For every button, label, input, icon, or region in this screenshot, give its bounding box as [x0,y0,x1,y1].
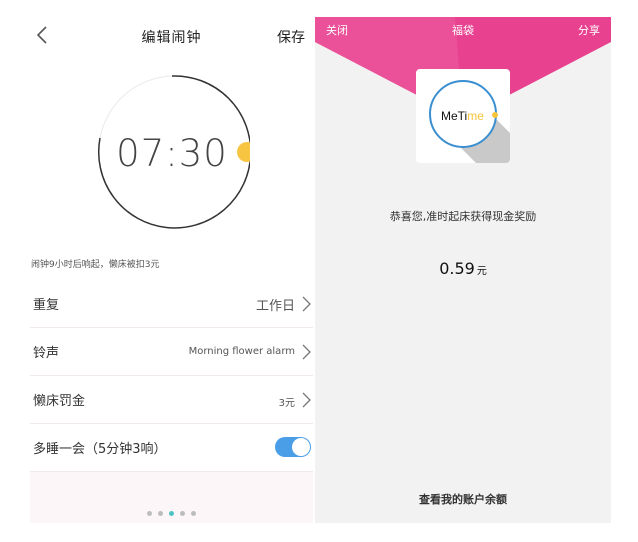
chevron-right-icon [302,392,311,408]
alarm-hint: 闹钟9小时后响起，懒床被扣3元 [31,260,160,270]
view-balance-link[interactable]: 查看我的账户余额 [315,491,611,507]
ringtone-label: 铃声 [33,346,60,361]
reward-message: 恭喜您,准时起床获得现金奖励 [389,210,537,223]
alarm-edit-screen: 编辑闹钟 保存 07:30 闹钟9小时后响起，懒床被扣3元 重复 工作日 铃声 … [30,17,313,523]
repeat-row[interactable]: 重复 工作日 [30,280,313,328]
page-indicator [30,511,313,516]
settings-list: 重复 工作日 铃声 Morning flower alarm 懒床罚金 3元 多… [30,280,313,523]
amount-unit: 元 [476,266,487,277]
reward-title: 福袋 [452,24,474,37]
logo-text: MeTime [441,109,484,123]
page-dot[interactable] [147,511,152,516]
app-logo: MeTime [416,69,510,163]
chevron-right-icon [302,296,311,312]
page-dot[interactable] [158,511,163,516]
clock-dial[interactable]: 07:30 [94,74,257,230]
reward-screen: 关闭 福袋 分享 MeTime 恭喜您,准时起床获得现金奖励 0.59 元 查看我… [315,17,611,523]
page-dot[interactable] [191,511,196,516]
share-button[interactable]: 分享 [578,22,600,38]
page-title: 编辑闹钟 [141,30,202,46]
toggle-knob [292,438,310,456]
ringtone-value: Morning flower alarm [188,346,295,357]
alarm-time: 07:30 [116,132,228,175]
penalty-value: 3元 [278,398,295,409]
page-dot[interactable] [180,511,185,516]
repeat-value: 工作日 [255,299,295,314]
ringtone-row[interactable]: 铃声 Morning flower alarm [30,328,313,376]
repeat-label: 重复 [33,298,60,313]
penalty-row[interactable]: 懒床罚金 3元 [30,376,313,424]
page-dot-active[interactable] [169,511,174,516]
penalty-label: 懒床罚金 [33,394,86,409]
snooze-toggle[interactable] [275,437,311,457]
save-button[interactable]: 保存 [277,27,305,47]
snooze-label: 多睡一会（5分钟3响） [33,442,167,457]
reward-amount: 0.59 元 [315,259,611,278]
snooze-row: 多睡一会（5分钟3响） [30,424,313,472]
amount-value: 0.59 [439,259,475,278]
chevron-right-icon [302,344,311,360]
